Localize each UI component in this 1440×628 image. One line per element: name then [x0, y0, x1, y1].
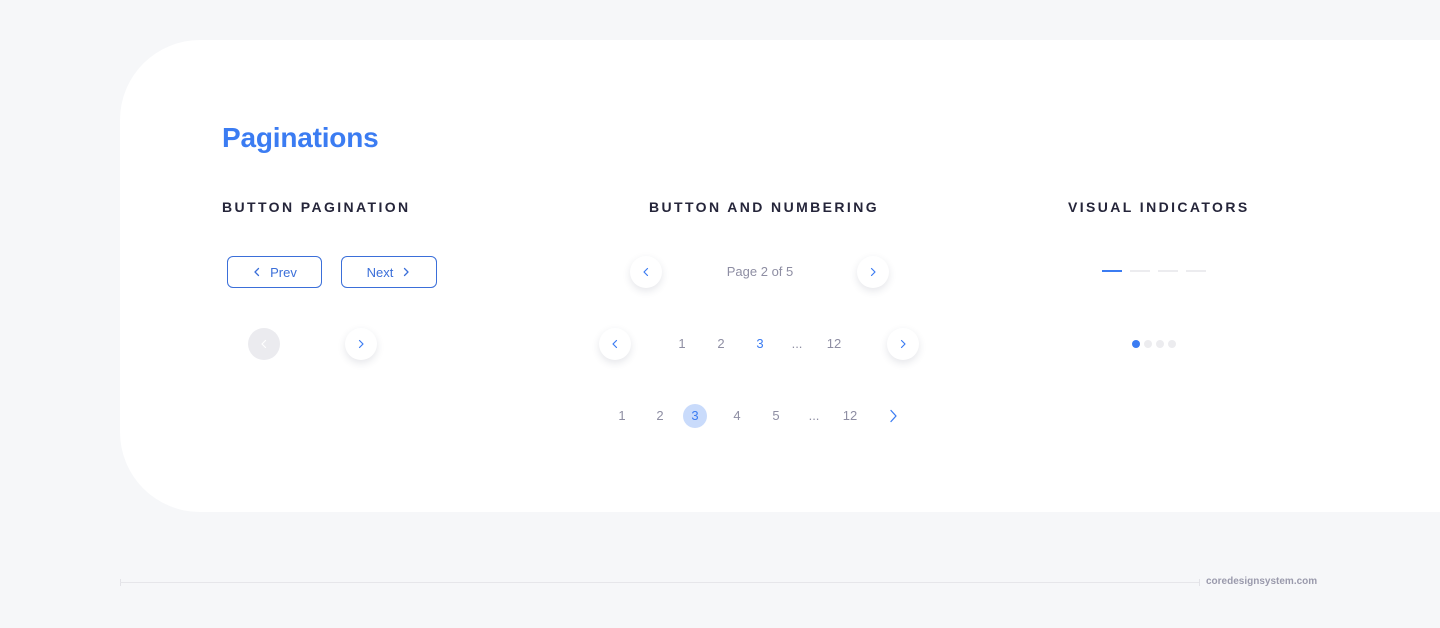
page-title: Paginations — [222, 122, 379, 153]
page-number[interactable]: 5 — [764, 404, 788, 428]
chevron-right-icon — [900, 339, 906, 349]
bar-indicator[interactable] — [1130, 270, 1150, 272]
prev-label: Prev — [270, 264, 297, 280]
chevron-left-icon — [643, 267, 649, 277]
page-label-next-button[interactable] — [857, 256, 889, 288]
page-number-active[interactable]: 3 — [748, 332, 772, 356]
dot-indicator[interactable] — [1156, 340, 1164, 348]
page-number[interactable]: 4 — [725, 404, 749, 428]
prev-button[interactable]: Prev — [227, 256, 322, 288]
page-number[interactable]: 2 — [648, 404, 672, 428]
bar-indicator[interactable] — [1186, 270, 1206, 272]
circle-prev-button-disabled[interactable] — [248, 328, 280, 360]
chevron-right-icon — [890, 409, 897, 423]
page-number-active[interactable]: 3 — [683, 404, 707, 428]
chevron-left-icon — [261, 339, 267, 349]
bar-indicator-active[interactable] — [1102, 270, 1122, 272]
page-label-prev-button[interactable] — [630, 256, 662, 288]
numbered-prev-button[interactable] — [599, 328, 631, 360]
next-page-button[interactable] — [885, 408, 901, 424]
circle-next-button[interactable] — [345, 328, 377, 360]
chevron-right-icon — [401, 267, 411, 277]
page-number[interactable]: 1 — [610, 404, 634, 428]
page-number[interactable]: 12 — [838, 404, 862, 428]
next-label: Next — [366, 264, 394, 280]
numbered-next-button[interactable] — [887, 328, 919, 360]
footer-divider — [120, 582, 1200, 583]
footer-site-link[interactable]: coredesignsystem.com — [1206, 576, 1317, 587]
dot-indicator-active[interactable] — [1132, 340, 1140, 348]
chevron-right-icon — [870, 267, 876, 277]
chevron-left-icon — [612, 339, 618, 349]
page-indicator-text: Page 2 of 5 — [726, 264, 794, 279]
dot-indicator[interactable] — [1168, 340, 1176, 348]
dot-indicator[interactable] — [1144, 340, 1152, 348]
page-number[interactable]: 1 — [670, 332, 694, 356]
chevron-left-icon — [252, 267, 262, 277]
next-button[interactable]: Next — [341, 256, 437, 288]
section-title-button-pagination: BUTTON PAGINATION — [222, 199, 411, 215]
page-ellipsis: ... — [791, 336, 803, 351]
footer-line-end-tick — [1199, 579, 1200, 586]
chevron-right-icon — [358, 339, 364, 349]
page-number[interactable]: 2 — [709, 332, 733, 356]
bar-indicator[interactable] — [1158, 270, 1178, 272]
section-title-visual-indicators: VISUAL INDICATORS — [1068, 199, 1250, 215]
page-ellipsis: ... — [808, 408, 820, 423]
section-title-button-and-numbering: BUTTON AND NUMBERING — [649, 199, 879, 215]
page-number[interactable]: 12 — [822, 332, 846, 356]
